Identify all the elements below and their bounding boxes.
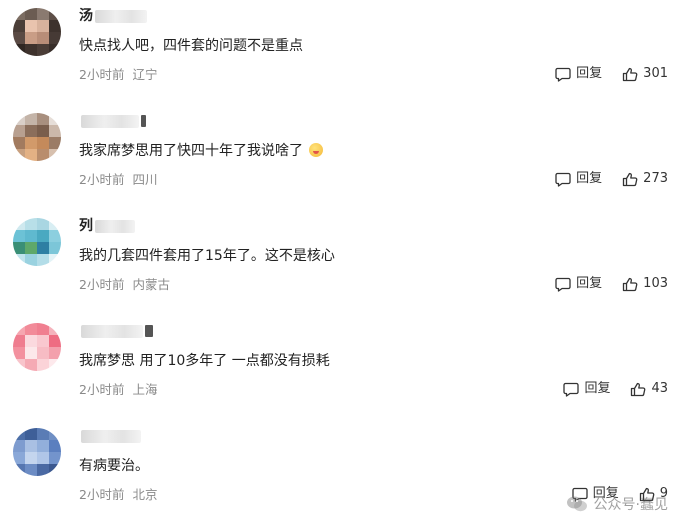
username[interactable] bbox=[79, 323, 153, 339]
avatar[interactable] bbox=[13, 323, 61, 371]
comment-location: 内蒙古 bbox=[132, 277, 170, 292]
comment-meta: 2小时前 北京 bbox=[79, 487, 157, 503]
comment-actions: 回复 103 bbox=[555, 275, 668, 293]
like-count: 273 bbox=[643, 171, 668, 186]
username[interactable] bbox=[79, 113, 146, 129]
username[interactable]: 列 bbox=[79, 218, 135, 234]
comment-bubble-icon bbox=[563, 382, 580, 397]
avatar[interactable] bbox=[13, 218, 61, 266]
username-blur bbox=[81, 324, 143, 338]
username-blur bbox=[81, 429, 141, 443]
comment-text-content: 我家席梦思用了快四十年了我说啥了 bbox=[79, 143, 303, 159]
comment-location: 北京 bbox=[132, 487, 158, 502]
reply-label: 回复 bbox=[576, 276, 603, 291]
username[interactable] bbox=[79, 428, 141, 444]
comment-text: 我的几套四件套用了15年了。这不是核心 bbox=[79, 247, 335, 265]
avatar[interactable] bbox=[13, 113, 61, 161]
comment-text-content: 我席梦思 用了10多年了 一点都没有损耗 bbox=[79, 353, 330, 369]
reply-button[interactable]: 回复 bbox=[555, 275, 602, 293]
username-blur-tail bbox=[141, 115, 146, 127]
comment-meta: 2小时前 辽宁 bbox=[79, 67, 157, 83]
avatar[interactable] bbox=[13, 428, 61, 476]
comment-time: 2小时前 bbox=[79, 67, 125, 82]
thumbs-up-icon bbox=[623, 172, 638, 186]
watermark: 公众号·蠢见 bbox=[566, 494, 668, 514]
avatar[interactable] bbox=[13, 8, 61, 56]
like-button[interactable]: 103 bbox=[622, 275, 668, 293]
comment-time: 2小时前 bbox=[79, 382, 125, 397]
reply-label: 回复 bbox=[576, 171, 603, 186]
username-blur bbox=[81, 114, 139, 128]
thumbs-up-icon bbox=[631, 382, 646, 396]
username[interactable]: 汤 bbox=[79, 8, 147, 24]
comment-location: 四川 bbox=[132, 172, 158, 187]
thumbs-up-icon bbox=[623, 277, 638, 291]
comment-actions: 回复 301 bbox=[555, 65, 668, 83]
comment-text-content: 快点找人吧，四件套的问题不是重点 bbox=[79, 38, 303, 54]
comment-text: 快点找人吧，四件套的问题不是重点 bbox=[79, 37, 303, 55]
comment-item: 列 我的几套四件套用了15年了。这不是核心 2小时前 内蒙古 回复 103 bbox=[0, 210, 682, 315]
comment-location: 上海 bbox=[132, 382, 158, 397]
reply-label: 回复 bbox=[576, 66, 603, 81]
username-blur-tail bbox=[145, 325, 153, 337]
comment-actions: 回复 273 bbox=[555, 170, 668, 188]
username-blur bbox=[95, 9, 147, 23]
reply-button[interactable]: 回复 bbox=[555, 170, 602, 188]
like-count: 301 bbox=[643, 66, 668, 81]
comment-bubble-icon bbox=[555, 277, 571, 292]
laughing-face-emoji-icon bbox=[309, 143, 323, 157]
thumbs-up-icon bbox=[623, 67, 638, 81]
comment-time: 2小时前 bbox=[79, 277, 125, 292]
watermark-text: 公众号·蠢见 bbox=[593, 497, 668, 513]
username-initial: 汤 bbox=[79, 8, 93, 24]
username-blur bbox=[95, 219, 135, 233]
like-button[interactable]: 273 bbox=[622, 170, 668, 188]
comment-text-content: 我的几套四件套用了15年了。这不是核心 bbox=[79, 248, 335, 264]
comment-bubble-icon bbox=[555, 67, 571, 82]
comment-bubble-icon bbox=[555, 172, 571, 187]
reply-button[interactable]: 回复 bbox=[555, 65, 602, 83]
comment-item: 我家席梦思用了快四十年了我说啥了 2小时前 四川 回复 273 bbox=[0, 105, 682, 210]
comment-time: 2小时前 bbox=[79, 172, 125, 187]
reply-label: 回复 bbox=[584, 381, 611, 396]
comment-actions: 回复 43 bbox=[563, 380, 668, 398]
like-button[interactable]: 43 bbox=[630, 380, 668, 398]
comment-meta: 2小时前 上海 bbox=[79, 382, 157, 398]
comment-time: 2小时前 bbox=[79, 487, 125, 502]
comment-text: 我席梦思 用了10多年了 一点都没有损耗 bbox=[79, 352, 330, 370]
comment-text: 我家席梦思用了快四十年了我说啥了 bbox=[79, 142, 323, 160]
comment-text: 有病要治。 bbox=[79, 457, 149, 475]
comment-meta: 2小时前 四川 bbox=[79, 172, 157, 188]
comment-meta: 2小时前 内蒙古 bbox=[79, 277, 170, 293]
comment-item: 我席梦思 用了10多年了 一点都没有损耗 2小时前 上海 回复 43 bbox=[0, 315, 682, 420]
username-initial: 列 bbox=[79, 218, 93, 234]
reply-button[interactable]: 回复 bbox=[563, 380, 610, 398]
comment-location: 辽宁 bbox=[132, 67, 158, 82]
like-count: 43 bbox=[651, 381, 668, 396]
like-button[interactable]: 301 bbox=[622, 65, 668, 83]
wechat-icon bbox=[566, 496, 587, 512]
comment-item: 汤 快点找人吧，四件套的问题不是重点 2小时前 辽宁 回复 301 bbox=[0, 0, 682, 105]
comment-text-content: 有病要治。 bbox=[79, 458, 149, 474]
like-count: 103 bbox=[643, 276, 668, 291]
